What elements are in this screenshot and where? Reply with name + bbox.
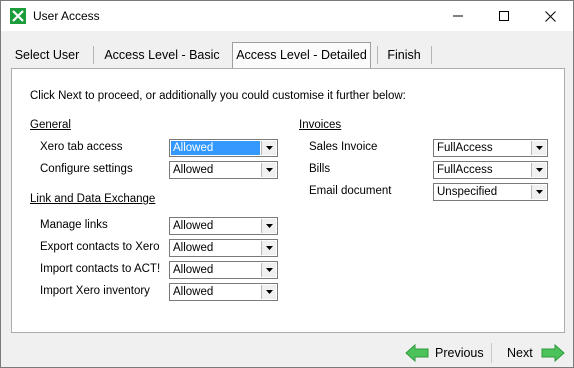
maximize-button[interactable]: [481, 1, 527, 31]
dropdown-arrow-icon[interactable]: [261, 141, 276, 155]
export-contacts-label: Export contacts to Xero: [40, 241, 160, 253]
intro-text: Click Next to proceed, or additionally y…: [30, 90, 406, 102]
select-value: Allowed: [173, 242, 214, 254]
import-inventory-select[interactable]: Allowed: [169, 283, 278, 301]
sales-invoice-label: Sales Invoice: [309, 141, 378, 153]
tab-finish[interactable]: Finish: [381, 43, 427, 67]
dropdown-arrow-icon[interactable]: [261, 285, 276, 299]
dropdown-arrow-icon[interactable]: [261, 263, 276, 277]
footer-divider: [491, 343, 492, 363]
select-value: Allowed: [173, 286, 214, 298]
import-contacts-label: Import contacts to ACT!: [40, 263, 161, 275]
invoices-heading: Invoices: [299, 119, 342, 131]
tab-divider: [431, 46, 432, 64]
select-value: FullAccess: [437, 164, 493, 176]
link-data-exchange-heading: Link and Data Exchange: [30, 193, 156, 205]
detailed-access-panel: Click Next to proceed, or additionally y…: [11, 68, 565, 333]
xero-tab-access-select[interactable]: Allowed: [169, 139, 278, 157]
minimize-button[interactable]: [435, 1, 481, 31]
close-button[interactable]: [527, 1, 573, 31]
general-heading: General: [30, 119, 71, 131]
dropdown-arrow-icon[interactable]: [261, 163, 276, 177]
select-value: Allowed: [173, 164, 214, 176]
email-document-label: Email document: [309, 185, 392, 197]
tab-divider: [377, 46, 378, 64]
maximize-icon: [499, 11, 509, 21]
title-bar: User Access: [1, 1, 573, 31]
arrow-right-icon: [541, 344, 565, 362]
manage-links-label: Manage links: [40, 219, 108, 231]
sales-invoice-select[interactable]: FullAccess: [433, 139, 548, 157]
select-value: Unspecified: [437, 186, 498, 198]
select-value: Allowed: [173, 264, 214, 276]
select-value: Allowed: [173, 220, 214, 232]
email-document-select[interactable]: Unspecified: [433, 183, 548, 201]
tab-strip: Select User Access Level - Basic Access …: [1, 31, 573, 69]
select-value: Allowed: [171, 141, 260, 155]
manage-links-select[interactable]: Allowed: [169, 217, 278, 235]
next-label: Next: [507, 346, 533, 360]
window-title: User Access: [33, 9, 100, 23]
select-value: FullAccess: [437, 142, 493, 154]
bills-label: Bills: [309, 163, 331, 175]
previous-button[interactable]: Previous: [405, 342, 484, 364]
dropdown-arrow-icon[interactable]: [261, 241, 276, 255]
import-contacts-select[interactable]: Allowed: [169, 261, 278, 279]
minimize-icon: [453, 15, 463, 17]
tab-divider: [93, 46, 94, 64]
import-inventory-label: Import Xero inventory: [40, 285, 150, 297]
user-access-window: User Access Select User Access Level - B…: [0, 0, 574, 368]
close-icon: [544, 10, 556, 22]
previous-label: Previous: [435, 346, 484, 360]
arrow-left-icon: [405, 344, 429, 362]
configure-settings-label: Configure settings: [40, 163, 133, 175]
xero-act-icon: [10, 8, 26, 24]
dropdown-arrow-icon[interactable]: [531, 163, 546, 177]
tab-select-user[interactable]: Select User: [7, 43, 87, 67]
xero-tab-access-label: Xero tab access: [40, 141, 123, 153]
dropdown-arrow-icon[interactable]: [261, 219, 276, 233]
tab-access-level-basic[interactable]: Access Level - Basic: [99, 43, 225, 67]
next-button[interactable]: Next: [507, 342, 565, 364]
tab-access-level-detailed[interactable]: Access Level - Detailed: [232, 42, 371, 68]
export-contacts-select[interactable]: Allowed: [169, 239, 278, 257]
wizard-footer: Previous Next: [1, 333, 573, 367]
dropdown-arrow-icon[interactable]: [531, 185, 546, 199]
dropdown-arrow-icon[interactable]: [531, 141, 546, 155]
bills-select[interactable]: FullAccess: [433, 161, 548, 179]
configure-settings-select[interactable]: Allowed: [169, 161, 278, 179]
